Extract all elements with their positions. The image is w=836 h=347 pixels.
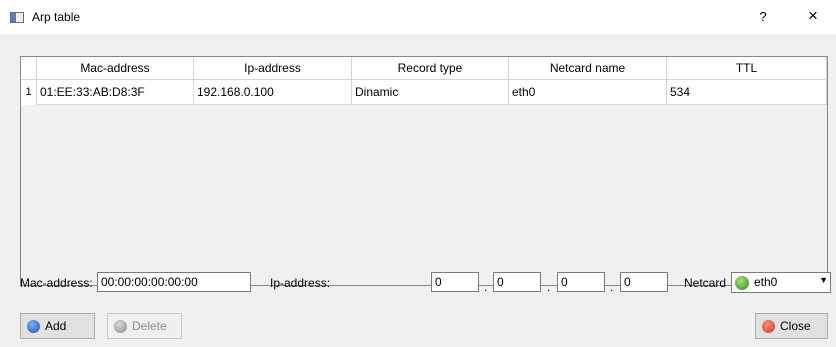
header-ip-address[interactable]: Ip-address xyxy=(194,57,352,80)
window-title: Arp table xyxy=(32,10,81,24)
ip-octet-2-field[interactable] xyxy=(493,272,541,292)
network-ok-icon xyxy=(735,276,749,293)
title-bar: Arp table ? × xyxy=(0,0,836,34)
ip-octet-1-field[interactable] xyxy=(431,272,479,292)
add-button-label: Add xyxy=(45,319,67,333)
header-record-type[interactable]: Record type xyxy=(352,57,509,80)
cell-ip-address[interactable]: 192.168.0.100 xyxy=(194,80,352,105)
ip-address-label: Ip-address: xyxy=(270,276,331,290)
cell-record-type[interactable]: Dinamic xyxy=(352,80,509,105)
close-window-button[interactable]: × xyxy=(800,4,826,28)
close-button-label: Close xyxy=(780,319,811,333)
ip-separator: . xyxy=(547,280,551,294)
mac-address-label: Mac-address: xyxy=(20,276,93,290)
cell-mac-address[interactable]: 01:EE:33:AB:D8:3F xyxy=(37,80,194,105)
window-icon xyxy=(10,12,24,23)
ip-separator: . xyxy=(610,280,614,294)
header-netcard-name[interactable]: Netcard name xyxy=(509,57,667,80)
row-number[interactable]: 1 xyxy=(21,80,37,105)
ip-separator: . xyxy=(484,280,488,294)
dialog-body: Mac-address Ip-address Record type Netca… xyxy=(0,34,836,347)
table-corner[interactable] xyxy=(21,57,37,80)
header-mac-address[interactable]: Mac-address xyxy=(37,57,194,80)
arp-table[interactable]: Mac-address Ip-address Record type Netca… xyxy=(20,56,828,286)
delete-button-label: Delete xyxy=(132,319,167,333)
minus-circle-icon xyxy=(114,320,127,336)
chevron-down-icon[interactable]: ▼ xyxy=(819,275,828,285)
help-button[interactable]: ? xyxy=(752,6,774,28)
netcard-label: Netcard xyxy=(684,276,727,290)
ip-octet-3-field[interactable] xyxy=(557,272,605,292)
cell-netcard-name[interactable]: eth0 xyxy=(509,80,667,105)
close-button[interactable]: Close xyxy=(755,313,828,339)
netcard-select-value: eth0 xyxy=(754,275,778,289)
netcard-select[interactable]: eth0 ▼ xyxy=(731,272,831,293)
mac-address-field[interactable] xyxy=(97,272,251,292)
header-ttl[interactable]: TTL xyxy=(667,57,827,80)
cell-ttl[interactable]: 534 xyxy=(667,80,827,105)
ip-octet-4-field[interactable] xyxy=(620,272,668,292)
plus-circle-icon xyxy=(27,320,40,336)
add-button[interactable]: Add xyxy=(20,313,95,339)
delete-button[interactable]: Delete xyxy=(107,313,182,339)
cancel-circle-icon xyxy=(762,320,775,336)
